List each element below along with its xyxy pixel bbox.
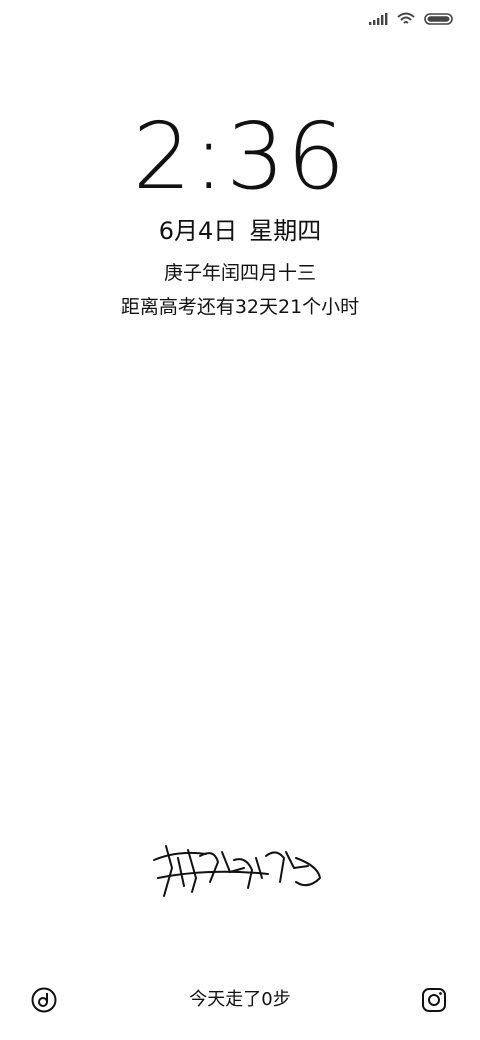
lockscreen-clock: 2:36 bbox=[132, 103, 348, 210]
status-icons bbox=[368, 12, 454, 26]
lockscreen-bottom-bar: 今天走了0步 bbox=[0, 980, 480, 1020]
exam-countdown: 距离高考还有32天21个小时 bbox=[120, 296, 360, 318]
step-count: 今天走了0步 bbox=[189, 989, 291, 1010]
battery-icon bbox=[424, 13, 453, 25]
wifi-icon bbox=[397, 12, 415, 24]
signal-icon bbox=[369, 13, 388, 25]
handwritten-signature bbox=[153, 845, 321, 897]
weekday-text: 星期四 bbox=[249, 217, 322, 245]
status-bar bbox=[0, 0, 480, 40]
date-line: 6月4日 星期四 bbox=[0, 214, 480, 248]
camera-icon[interactable] bbox=[420, 986, 448, 1014]
date-text: 6月4日 bbox=[158, 217, 238, 245]
lunar-date: 庚子年闰四月十三 bbox=[163, 262, 316, 284]
